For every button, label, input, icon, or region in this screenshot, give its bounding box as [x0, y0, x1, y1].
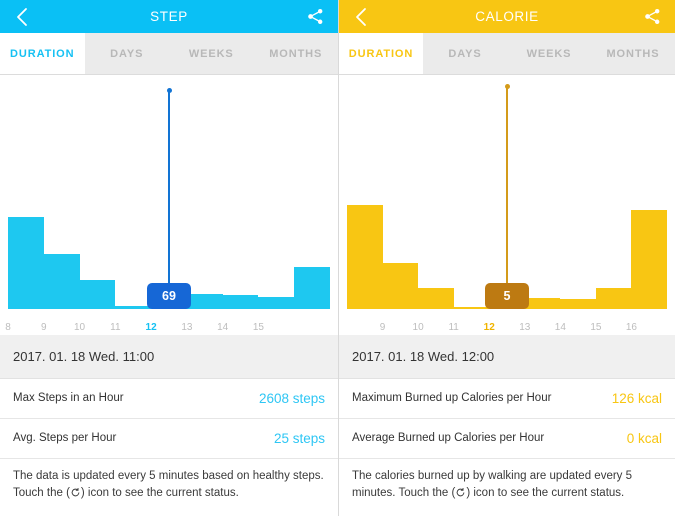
step-chart[interactable]: 8 9 10 11 12 13 14 15 69 — [0, 75, 338, 335]
chevron-left-icon — [17, 7, 27, 26]
x-tick-label: 12 — [145, 322, 157, 333]
chart-bar — [43, 254, 80, 309]
chart-bar — [560, 299, 596, 309]
chart-bar — [222, 295, 259, 309]
x-tick-label: 13 — [181, 322, 193, 333]
chart-bar — [186, 294, 223, 309]
calorie-stat-max: Maximum Burned up Calories per Hour 126 … — [339, 379, 675, 419]
x-tick-label: 10 — [73, 322, 86, 333]
chevron-left-icon — [356, 7, 366, 26]
stat-value: 25 steps — [273, 431, 325, 446]
step-plot-area: 8 9 10 11 12 13 14 15 69 — [5, 83, 330, 335]
x-tick-label: 8 — [5, 322, 11, 333]
chart-bar — [524, 298, 561, 309]
tab-days[interactable]: DAYS — [423, 33, 507, 74]
calorie-x-axis: 9 10 11 12 13 14 15 16 — [347, 313, 667, 333]
tab-weeks[interactable]: WEEKS — [507, 33, 591, 74]
stat-label: Avg. Steps per Hour — [13, 432, 117, 445]
step-x-axis: 8 9 10 11 12 13 14 15 — [5, 313, 330, 333]
share-button[interactable] — [292, 0, 338, 33]
back-button[interactable] — [0, 0, 44, 33]
x-tick-label: 11 — [110, 322, 121, 333]
chart-bar — [595, 288, 632, 309]
step-date-label: 2017. 01. 18 Wed. 11:00 — [0, 335, 338, 379]
tab-days[interactable]: DAYS — [84, 33, 169, 74]
page-title: CALORIE — [475, 9, 539, 24]
chart-bar — [115, 306, 152, 309]
refresh-circle-icon — [70, 487, 81, 504]
note-text-after: ) icon to see the current status. — [466, 486, 625, 499]
calorie-note: The calories burned up by walking are up… — [339, 459, 675, 516]
stat-label: Maximum Burned up Calories per Hour — [352, 392, 552, 405]
chart-bar — [347, 205, 383, 309]
chart-bar — [79, 280, 116, 309]
stat-label: Max Steps in an Hour — [13, 392, 124, 405]
calorie-stat-avg: Average Burned up Calories per Hour 0 kc… — [339, 419, 675, 459]
refresh-circle-icon — [455, 487, 466, 504]
step-panel: STEP DURATION DAYS WEEKS MONTHS 8 9 10 11… — [0, 0, 338, 516]
marker-stem — [506, 87, 508, 309]
tab-duration[interactable]: DURATION — [339, 33, 423, 74]
marker-dot — [166, 88, 172, 93]
stat-value: 0 kcal — [626, 431, 662, 446]
x-tick-label: 15 — [590, 322, 602, 333]
chart-bar — [382, 263, 419, 309]
calorie-tabs: DURATION DAYS WEEKS MONTHS — [339, 33, 675, 75]
x-tick-label: 16 — [625, 322, 637, 333]
chart-bar — [8, 217, 44, 309]
step-stat-avg: Avg. Steps per Hour 25 steps — [0, 419, 338, 459]
x-tick-label: 9 — [379, 322, 386, 333]
note-text-after: ) icon to see the current status. — [80, 486, 239, 499]
x-tick-label: 9 — [40, 322, 47, 333]
calorie-appbar: CALORIE — [339, 0, 675, 33]
x-tick-label: 14 — [554, 322, 566, 333]
chart-bar — [294, 267, 330, 309]
calorie-value-callout: 5 — [485, 283, 529, 309]
back-button[interactable] — [339, 0, 383, 33]
chart-bar — [418, 288, 454, 309]
share-icon — [307, 9, 322, 24]
share-button[interactable] — [629, 0, 675, 33]
calorie-plot-area: 9 10 11 12 13 14 15 16 5 — [347, 83, 667, 335]
tab-weeks[interactable]: WEEKS — [169, 33, 254, 74]
step-value-callout: 69 — [147, 283, 191, 309]
stat-value: 126 kcal — [611, 391, 662, 406]
x-tick-label: 11 — [448, 322, 459, 333]
step-appbar: STEP — [0, 0, 338, 33]
x-tick-label: 15 — [252, 322, 264, 333]
stat-label: Average Burned up Calories per Hour — [352, 432, 545, 445]
step-tabs: DURATION DAYS WEEKS MONTHS — [0, 33, 338, 75]
tab-duration[interactable]: DURATION — [0, 33, 85, 74]
x-tick-label: 12 — [483, 322, 495, 333]
chart-bar — [631, 210, 667, 309]
chart-bar — [258, 297, 295, 309]
step-note: The data is updated every 5 minutes base… — [0, 459, 338, 516]
tab-months[interactable]: MONTHS — [253, 33, 338, 74]
share-icon — [644, 9, 659, 24]
x-tick-label: 14 — [217, 322, 229, 333]
page-title: STEP — [150, 9, 188, 24]
marker-dot — [504, 84, 510, 89]
step-stat-max: Max Steps in an Hour 2608 steps — [0, 379, 338, 419]
marker-stem — [168, 91, 170, 309]
calorie-chart[interactable]: 9 10 11 12 13 14 15 16 5 — [339, 75, 675, 335]
calorie-date-label: 2017. 01. 18 Wed. 12:00 — [339, 335, 675, 379]
stat-value: 2608 steps — [258, 391, 325, 406]
chart-bar — [453, 307, 490, 309]
calorie-panel: CALORIE DURATION DAYS WEEKS MONTHS 9 10 … — [338, 0, 675, 516]
dual-panel-screen: STEP DURATION DAYS WEEKS MONTHS 8 9 10 11… — [0, 0, 675, 516]
x-tick-label: 13 — [519, 322, 531, 333]
tab-months[interactable]: MONTHS — [591, 33, 675, 74]
x-tick-label: 10 — [412, 322, 424, 333]
